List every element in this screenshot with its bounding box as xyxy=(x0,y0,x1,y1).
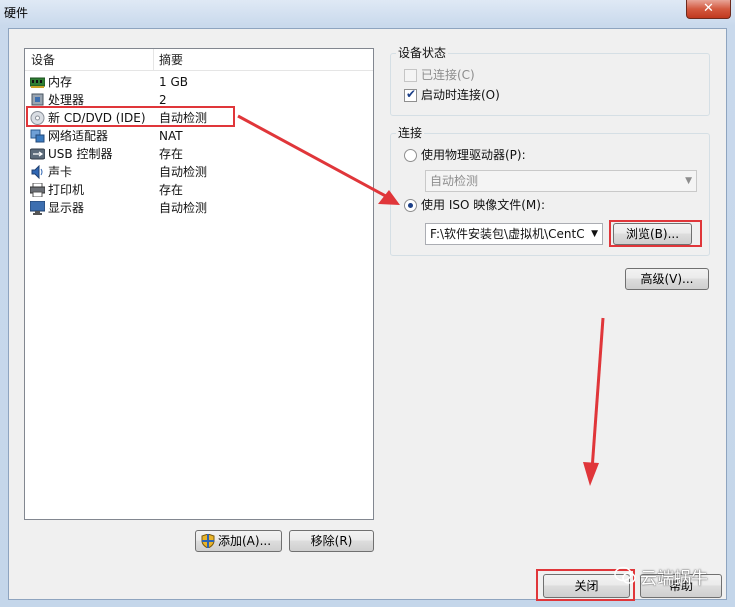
column-header-device[interactable]: 设备 xyxy=(25,49,55,71)
chevron-down-icon: ▼ xyxy=(685,176,692,186)
checkmark-icon: ✔ xyxy=(406,87,417,101)
device-name: 内存 xyxy=(48,75,73,89)
device-row-display[interactable]: 显示器 自动检测 xyxy=(27,199,371,217)
device-summary: 自动检测 xyxy=(159,165,208,179)
remove-button[interactable]: 移除(R) xyxy=(289,530,374,552)
window-close-button[interactable]: ✕ xyxy=(686,0,731,19)
device-name: 显示器 xyxy=(48,201,85,215)
highlight-box-browse xyxy=(609,220,702,247)
device-row-network-adapter[interactable]: 网络适配器 NAT xyxy=(27,127,371,145)
iso-image-label: 使用 ISO 映像文件(M): xyxy=(421,198,545,212)
device-name: 打印机 xyxy=(48,183,85,197)
connect-at-power-on-label: 启动时连接(O) xyxy=(421,88,500,102)
printer-icon xyxy=(30,183,45,197)
device-status-title: 设备状态 xyxy=(396,46,449,60)
device-name: USB 控制器 xyxy=(48,147,113,161)
display-icon xyxy=(30,201,45,215)
physical-drive-radio[interactable] xyxy=(404,149,417,162)
device-name: 声卡 xyxy=(48,165,73,179)
radio-selected-dot xyxy=(408,203,413,208)
device-summary: NAT xyxy=(159,129,183,143)
iso-image-radio[interactable] xyxy=(404,199,417,212)
device-name: 网络适配器 xyxy=(48,129,109,143)
processor-icon xyxy=(31,93,44,106)
connection-title: 连接 xyxy=(396,126,425,140)
device-row-usb-controller[interactable]: USB 控制器 存在 xyxy=(27,145,371,163)
chat-bubble-icon xyxy=(614,566,636,584)
physical-drive-select[interactable]: 自动检测 ▼ xyxy=(425,170,697,192)
memory-icon xyxy=(30,77,45,88)
advanced-button[interactable]: 高级(V)... xyxy=(625,268,709,290)
sound-card-icon xyxy=(31,165,43,179)
chevron-down-icon: ▼ xyxy=(591,229,598,239)
connected-checkbox[interactable] xyxy=(404,69,417,82)
window-title: 硬件 xyxy=(4,6,29,20)
device-list-header: 设备 摘要 xyxy=(25,49,373,71)
device-row-printer[interactable]: 打印机 存在 xyxy=(27,181,371,199)
device-row-sound-card[interactable]: 声卡 自动检测 xyxy=(27,163,371,181)
usb-icon xyxy=(30,148,45,160)
iso-path-value: F:\软件安装包\虚拟机\CentC xyxy=(430,227,585,241)
shield-icon xyxy=(201,534,215,548)
iso-path-select[interactable]: F:\软件安装包\虚拟机\CentC ▼ xyxy=(425,223,603,245)
physical-drive-select-value: 自动检测 xyxy=(430,174,479,188)
physical-drive-label: 使用物理驱动器(P): xyxy=(421,148,526,162)
add-button-label: 添加(A)... xyxy=(218,534,272,548)
connected-label: 已连接(C) xyxy=(421,68,475,82)
add-button[interactable]: 添加(A)... xyxy=(195,530,282,552)
device-summary: 存在 xyxy=(159,183,184,197)
device-status-group xyxy=(390,53,710,116)
connect-at-power-on-checkbox[interactable]: ✔ xyxy=(404,87,417,102)
device-summary: 存在 xyxy=(159,147,184,161)
title-bar: 硬件 ✕ xyxy=(0,0,735,26)
network-adapter-icon xyxy=(30,129,45,143)
device-summary: 1 GB xyxy=(159,75,188,89)
watermark-text: 云端蜗牛 xyxy=(640,569,708,589)
device-row-memory[interactable]: 内存 1 GB xyxy=(27,73,371,91)
column-header-summary[interactable]: 摘要 xyxy=(153,49,183,71)
device-summary: 自动检测 xyxy=(159,201,208,215)
highlight-box-cd-dvd xyxy=(26,106,235,127)
